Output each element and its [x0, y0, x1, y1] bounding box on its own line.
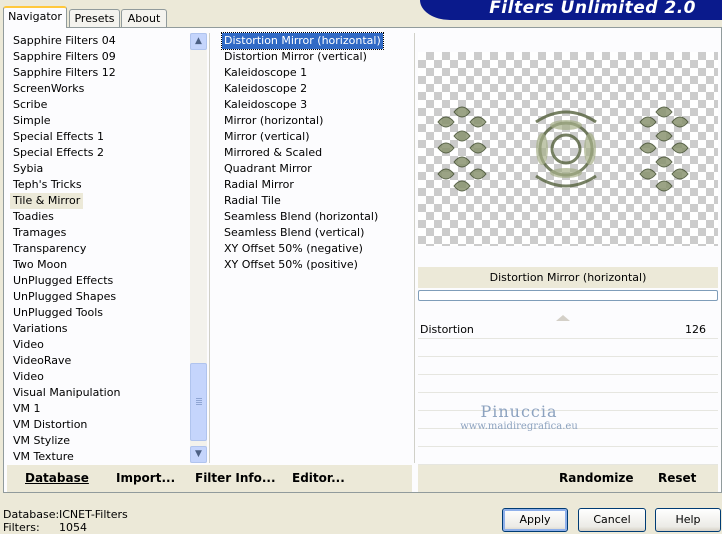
- filter-item[interactable]: Kaleidoscope 1: [222, 65, 309, 81]
- filter-item[interactable]: Radial Mirror: [222, 177, 296, 193]
- filter-item[interactable]: Kaleidoscope 3: [222, 97, 309, 113]
- scroll-thumb[interactable]: [190, 363, 207, 441]
- watermark: Pinuccia www.maidiregrafica.eu: [444, 402, 594, 432]
- filter-item[interactable]: XY Offset 50% (negative): [222, 241, 365, 257]
- category-item[interactable]: Video: [10, 337, 47, 353]
- category-item[interactable]: VM 1: [10, 401, 44, 417]
- category-item[interactable]: Sybia: [10, 161, 46, 177]
- preview-canvas[interactable]: [418, 52, 718, 246]
- category-item[interactable]: VM Distortion: [10, 417, 90, 433]
- filter-item[interactable]: Mirror (vertical): [222, 129, 312, 145]
- category-item[interactable]: Scribe: [10, 97, 50, 113]
- app-title: Filters Unlimited 2.0: [489, 0, 696, 18]
- watermark-name: Pinuccia: [480, 402, 558, 421]
- category-item[interactable]: Two Moon: [10, 257, 70, 273]
- database-button[interactable]: Database: [25, 471, 89, 485]
- category-scrollbar[interactable]: ▲ ▼: [190, 33, 207, 463]
- filter-item[interactable]: Distortion Mirror (horizontal): [221, 32, 384, 50]
- category-item[interactable]: Sapphire Filters 09: [10, 49, 119, 65]
- category-item[interactable]: UnPlugged Tools: [10, 305, 106, 321]
- help-button[interactable]: Help: [655, 508, 721, 532]
- filter-item[interactable]: Mirror (horizontal): [222, 113, 325, 129]
- category-item[interactable]: ScreenWorks: [10, 81, 87, 97]
- filter-info-button[interactable]: Filter Info...: [195, 471, 276, 485]
- category-item[interactable]: VM Texture: [10, 449, 77, 463]
- category-item[interactable]: Teph's Tricks: [10, 177, 85, 193]
- filter-item[interactable]: XY Offset 50% (positive): [222, 257, 360, 273]
- randomize-button[interactable]: Randomize: [559, 471, 633, 485]
- progress-bar: [418, 290, 718, 301]
- preview-toolbar: Randomize Reset: [418, 465, 718, 492]
- tab-navigator[interactable]: Navigator: [3, 6, 67, 28]
- filters-count-value: 1054: [59, 521, 87, 534]
- grip-icon: [196, 398, 202, 406]
- parameter-row-empty: [418, 447, 718, 465]
- parameter-value: 126: [685, 323, 706, 336]
- import-button[interactable]: Import...: [116, 471, 175, 485]
- scroll-up-button[interactable]: ▲: [190, 33, 207, 50]
- parameter-row-distortion[interactable]: Distortion 126: [418, 315, 718, 339]
- tab-about[interactable]: About: [121, 9, 167, 28]
- parameter-row-empty: [418, 375, 718, 393]
- cancel-button[interactable]: Cancel: [578, 508, 646, 532]
- navigator-panel: Sapphire Filters 04 Sapphire Filters 09 Sa…: [3, 27, 722, 493]
- category-item[interactable]: Video: [10, 369, 47, 385]
- filter-item[interactable]: Kaleidoscope 2: [222, 81, 309, 97]
- current-filter-name: Distortion Mirror (horizontal): [418, 267, 718, 288]
- category-item[interactable]: VM Stylize: [10, 433, 73, 449]
- database-label: Database:: [3, 508, 60, 521]
- editor-button[interactable]: Editor...: [292, 471, 345, 485]
- filter-item[interactable]: Seamless Blend (horizontal): [222, 209, 380, 225]
- category-item[interactable]: Simple: [10, 113, 54, 129]
- category-list[interactable]: Sapphire Filters 04 Sapphire Filters 09 Sa…: [10, 33, 190, 463]
- scroll-down-button[interactable]: ▼: [190, 446, 207, 463]
- filter-item[interactable]: Mirrored & Scaled: [222, 145, 324, 161]
- database-value: ICNET-Filters: [59, 508, 128, 521]
- parameter-area: Distortion 126: [418, 315, 718, 465]
- watermark-url: www.maidiregrafica.eu: [460, 421, 578, 432]
- filter-item[interactable]: Distortion Mirror (vertical): [222, 49, 369, 65]
- parameter-row-empty: [418, 339, 718, 357]
- filters-count-label: Filters:: [3, 521, 40, 534]
- category-item[interactable]: Sapphire Filters 12: [10, 65, 119, 81]
- parameter-row-empty: [418, 357, 718, 375]
- category-item[interactable]: Transparency: [10, 241, 89, 257]
- category-item[interactable]: Sapphire Filters 04: [10, 33, 119, 49]
- category-item[interactable]: Special Effects 1: [10, 129, 107, 145]
- tab-presets[interactable]: Presets: [69, 9, 120, 28]
- reset-button[interactable]: Reset: [658, 471, 696, 485]
- category-item[interactable]: VideoRave: [10, 353, 74, 369]
- category-item[interactable]: Tile & Mirror: [10, 193, 84, 209]
- filter-item[interactable]: Seamless Blend (vertical): [222, 225, 366, 241]
- category-item[interactable]: UnPlugged Effects: [10, 273, 116, 289]
- title-banner: Filters Unlimited 2.0: [420, 0, 722, 20]
- divider: [414, 33, 415, 463]
- category-item[interactable]: Special Effects 2: [10, 145, 107, 161]
- category-item[interactable]: Variations: [10, 321, 71, 337]
- category-item[interactable]: Tramages: [10, 225, 69, 241]
- filter-item[interactable]: Quadrant Mirror: [222, 161, 314, 177]
- navigator-toolbar: Database Import... Filter Info... Editor…: [7, 465, 412, 492]
- parameter-label: Distortion: [420, 323, 474, 336]
- slider-marker-icon[interactable]: [556, 315, 570, 321]
- preview-image: [437, 106, 689, 192]
- category-item[interactable]: UnPlugged Shapes: [10, 289, 119, 305]
- apply-button[interactable]: Apply: [502, 508, 568, 532]
- filter-list[interactable]: Distortion Mirror (horizontal) Distortion…: [212, 32, 412, 463]
- category-item[interactable]: Visual Manipulation: [10, 385, 123, 401]
- divider: [209, 33, 210, 463]
- filter-item[interactable]: Radial Tile: [222, 193, 283, 209]
- category-item[interactable]: Toadies: [10, 209, 57, 225]
